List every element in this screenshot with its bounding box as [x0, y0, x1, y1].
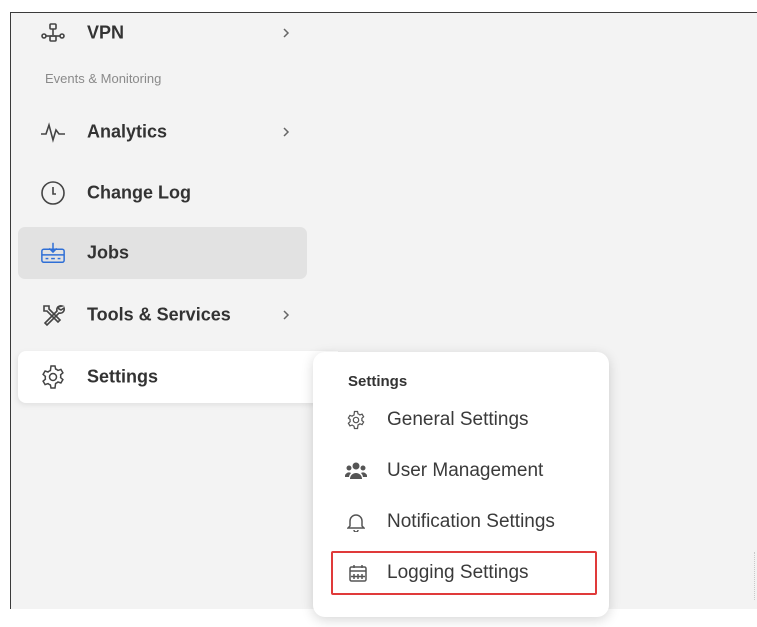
- menu-item-notification-settings[interactable]: Notification Settings: [331, 500, 597, 544]
- sidebar-item-label: Change Log: [87, 182, 191, 203]
- sidebar-item-settings[interactable]: Settings: [18, 351, 338, 403]
- sidebar-item-tools-services[interactable]: Tools & Services: [18, 289, 307, 341]
- menu-item-general-settings[interactable]: General Settings: [331, 398, 597, 442]
- menu-item-label: Logging Settings: [387, 562, 529, 583]
- network-icon: [40, 20, 66, 46]
- chevron-right-icon: [280, 124, 292, 140]
- sidebar-item-label: Jobs: [87, 242, 130, 263]
- users-icon: [345, 460, 367, 482]
- flyout-title: Settings: [348, 373, 408, 390]
- menu-item-user-management[interactable]: User Management: [331, 449, 597, 493]
- bell-icon: [345, 511, 367, 533]
- sidebar-item-analytics[interactable]: Analytics: [18, 106, 307, 158]
- menu-item-label: User Management: [387, 460, 544, 481]
- sidebar-item-jobs[interactable]: Jobs: [18, 227, 307, 279]
- sidebar-item-label: Tools & Services: [87, 304, 231, 325]
- gear-icon: [40, 364, 66, 390]
- clock-icon: [40, 180, 66, 206]
- sidebar-item-vpn[interactable]: VPN: [18, 7, 307, 59]
- menu-item-label: Notification Settings: [387, 511, 555, 532]
- section-label: Events & Monitoring: [45, 71, 162, 86]
- gear-icon: [345, 409, 367, 431]
- sidebar-item-label: VPN: [87, 22, 125, 43]
- jobs-tray-icon: [40, 240, 66, 266]
- chevron-right-icon: [280, 307, 292, 323]
- menu-item-logging-settings[interactable]: Logging Settings: [331, 551, 597, 595]
- chevron-right-icon: [280, 25, 292, 41]
- pulse-icon: [40, 119, 66, 145]
- sidebar-item-label: Settings: [87, 366, 159, 387]
- menu-item-label: General Settings: [387, 409, 529, 430]
- sidebar-item-label: Analytics: [87, 121, 168, 142]
- tools-icon: [40, 302, 66, 328]
- settings-flyout-menu: Settings General Settings User Managemen…: [313, 352, 609, 617]
- sidebar-item-change-log[interactable]: Change Log: [18, 167, 307, 219]
- app-frame: VPN Events & Monitoring Analytics Change…: [0, 0, 757, 627]
- calendar-icon: [347, 562, 369, 584]
- scroll-edge: [754, 552, 755, 600]
